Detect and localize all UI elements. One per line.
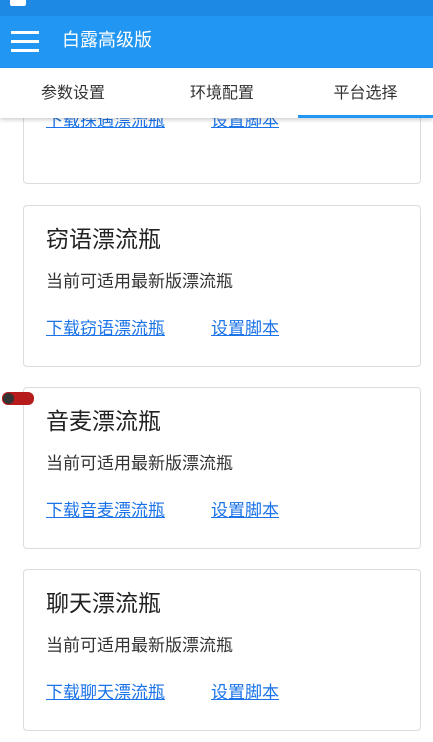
set-script-link[interactable]: 设置脚本 xyxy=(211,317,279,341)
set-script-link[interactable]: 设置脚本 xyxy=(211,118,279,133)
status-icon xyxy=(10,0,26,6)
app-title: 白露高级版 xyxy=(62,30,152,51)
tab-indicator xyxy=(298,115,433,118)
set-script-link[interactable]: 设置脚本 xyxy=(211,499,279,523)
tab-environment[interactable]: 环境配置 xyxy=(146,68,298,118)
download-link[interactable]: 下载探遇漂流瓶 xyxy=(46,118,165,133)
download-link[interactable]: 下载音麦漂流瓶 xyxy=(46,499,165,523)
status-bar xyxy=(0,0,433,16)
tab-platform[interactable]: 平台选择 xyxy=(298,68,433,118)
tab-params[interactable]: 参数设置 xyxy=(0,68,146,118)
platform-desc: 当前可适用最新版漂流瓶 xyxy=(46,636,233,656)
platform-card: 窃语漂流瓶 当前可适用最新版漂流瓶 下载窃语漂流瓶 设置脚本 xyxy=(23,205,421,367)
set-script-link[interactable]: 设置脚本 xyxy=(211,681,279,705)
download-link[interactable]: 下载窃语漂流瓶 xyxy=(46,317,165,341)
platform-card: 聊天漂流瓶 当前可适用最新版漂流瓶 下载聊天漂流瓶 设置脚本 xyxy=(23,569,421,731)
tab-bar: 参数设置 环境配置 平台选择 xyxy=(0,68,433,118)
floating-logo-icon[interactable] xyxy=(2,392,34,405)
download-link[interactable]: 下载聊天漂流瓶 xyxy=(46,681,165,705)
platform-list[interactable]: 下载探遇漂流瓶 设置脚本 窃语漂流瓶 当前可适用最新版漂流瓶 下载窃语漂流瓶 设… xyxy=(0,118,433,742)
platform-name: 窃语漂流瓶 xyxy=(46,227,161,253)
platform-name: 音麦漂流瓶 xyxy=(46,409,161,435)
platform-desc: 当前可适用最新版漂流瓶 xyxy=(46,272,233,292)
app-bar: 白露高级版 xyxy=(0,16,433,68)
platform-card: 音麦漂流瓶 当前可适用最新版漂流瓶 下载音麦漂流瓶 设置脚本 xyxy=(23,387,421,549)
menu-icon[interactable] xyxy=(11,29,39,53)
platform-name: 聊天漂流瓶 xyxy=(46,591,161,617)
platform-desc: 当前可适用最新版漂流瓶 xyxy=(46,454,233,474)
platform-card: 下载探遇漂流瓶 设置脚本 xyxy=(23,118,421,184)
